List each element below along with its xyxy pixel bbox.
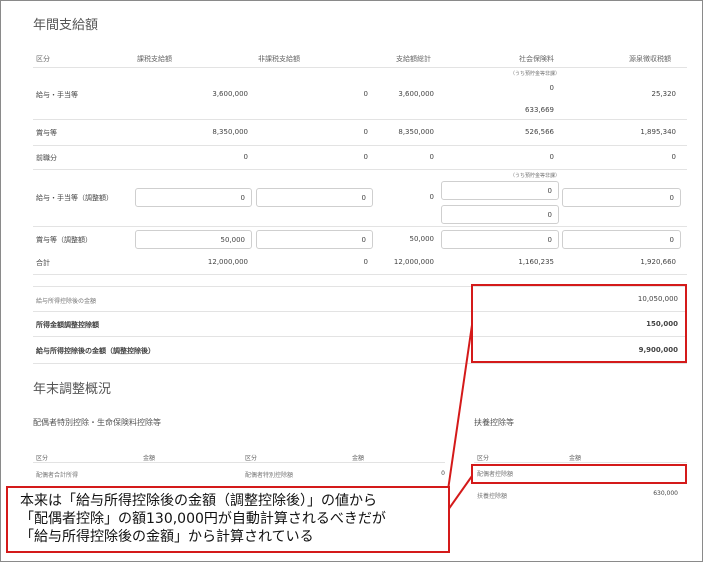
callout-line: 「配偶者控除」の額130,000円が自動計算されるべきだが — [20, 511, 386, 527]
callout-line: 「給与所得控除後の金額」から計算されている — [20, 529, 314, 545]
callout-line: 本来は「給与所得控除後の金額（調整控除後）」の値から — [20, 493, 377, 509]
annotation-callout: 本来は「給与所得控除後の金額（調整控除後）」の値から 「配偶者控除」の額130,… — [6, 486, 450, 553]
callout-connector — [447, 324, 473, 511]
